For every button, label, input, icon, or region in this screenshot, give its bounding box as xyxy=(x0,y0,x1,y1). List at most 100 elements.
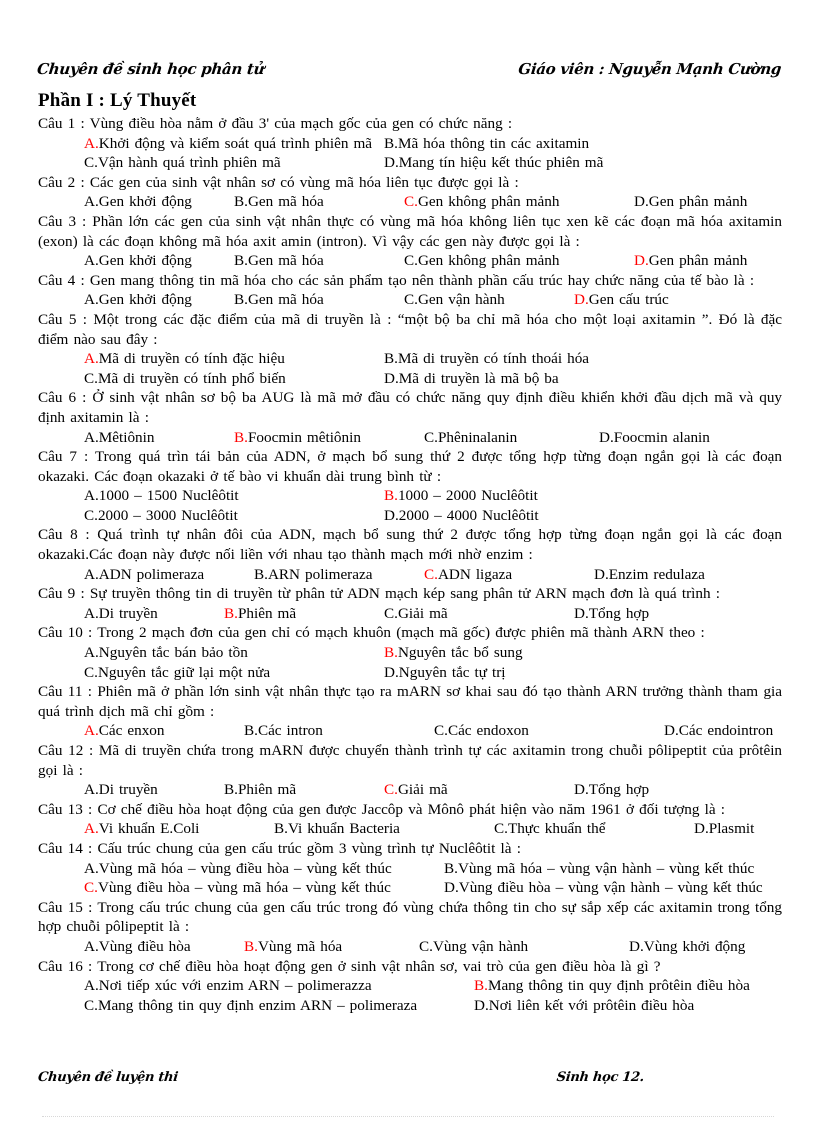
option-c[interactable]: C.Nguyên tắc giữ lại một nửa xyxy=(84,663,384,683)
option-row: A.Gen khởi động B.Gen mã hóa C.Gen không… xyxy=(84,192,782,212)
option-marker-a: A. xyxy=(84,428,99,446)
option-d[interactable]: D.Vùng điều hòa – vùng vận hành – vùng k… xyxy=(444,878,763,898)
option-d[interactable]: D.Tổng hợp xyxy=(574,604,649,624)
option-b[interactable]: B.Gen mã hóa xyxy=(234,192,404,212)
option-row: A.Khởi động và kiểm soát quá trình phiên… xyxy=(84,134,782,154)
option-c[interactable]: C.Thực khuẩn thể xyxy=(494,819,694,839)
option-d[interactable]: D.Nguyên tắc tự trị xyxy=(384,663,506,683)
option-a[interactable]: A.Gen khởi động xyxy=(84,192,234,212)
option-a[interactable]: A.Vùng điều hòa xyxy=(84,937,244,957)
option-marker-b: B. xyxy=(384,350,398,368)
option-a[interactable]: A.Nguyên tắc bán bảo tồn xyxy=(84,643,384,663)
option-b[interactable]: B.Các intron xyxy=(244,721,434,741)
option-a[interactable]: A.Nơi tiếp xúc với enzim ARN – polimeraz… xyxy=(84,976,474,996)
option-c[interactable]: C.Mã di truyền có tính phổ biến xyxy=(84,369,384,389)
option-b[interactable]: B.Nguyên tắc bổ sung xyxy=(384,643,523,663)
option-marker-d: D. xyxy=(384,369,399,387)
option-text-a: Mêtiônin xyxy=(98,428,155,446)
question-label: Câu 2 : xyxy=(38,173,85,191)
option-b[interactable]: B.Mã di truyền có tính thoái hóa xyxy=(384,349,589,369)
option-b[interactable]: B.1000 – 2000 Nuclêôtit xyxy=(384,486,538,506)
option-b[interactable]: B.ARN polimeraza xyxy=(254,565,424,585)
option-list: A.Gen khởi động B.Gen mã hóa C.Gen không… xyxy=(84,192,782,212)
option-d[interactable]: D.Nơi liên kết với prôtêin điều hòa xyxy=(474,996,694,1016)
question-text: Gen mang thông tin mã hóa cho các sản ph… xyxy=(89,271,755,289)
option-marker-b: B. xyxy=(474,977,488,995)
option-b[interactable]: B.Foocmin mêtiônin xyxy=(234,428,424,448)
option-b[interactable]: B.Gen mã hóa xyxy=(234,290,404,310)
option-b[interactable]: B.Phiên mã xyxy=(224,604,384,624)
option-d[interactable]: D.Các endointron xyxy=(664,721,773,741)
option-c[interactable]: C.Mang thông tin quy định enzim ARN – po… xyxy=(84,996,474,1016)
option-d[interactable]: D.Gen phân mảnh xyxy=(634,251,747,271)
option-c[interactable]: C.Giải mã xyxy=(384,780,574,800)
option-list: A.Vùng điều hòa B.Vùng mã hóa C.Vùng vận… xyxy=(84,937,782,957)
option-marker-d: D. xyxy=(384,506,399,524)
option-marker-d: D. xyxy=(694,820,709,838)
option-c[interactable]: C.ADN ligaza xyxy=(424,565,594,585)
option-c[interactable]: C.2000 – 3000 Nuclêôtit xyxy=(84,506,384,526)
option-a[interactable]: A.ADN polimeraza xyxy=(84,565,254,585)
option-d[interactable]: D.Mang tín hiệu kết thúc phiên mã xyxy=(384,153,603,173)
option-a[interactable]: A.Vùng mã hóa – vùng điều hòa – vùng kết… xyxy=(84,859,444,879)
option-list: A.Nguyên tắc bán bảo tồn B.Nguyên tắc bổ… xyxy=(84,643,782,682)
option-text-d: Mã di truyền là mã bộ ba xyxy=(398,369,559,387)
option-text-d: Nguyên tắc tự trị xyxy=(398,663,506,681)
option-d[interactable]: D.Plasmit xyxy=(694,819,754,839)
option-a[interactable]: A.Mã di truyền có tính đặc hiệu xyxy=(84,349,384,369)
option-a[interactable]: A.Mêtiônin xyxy=(84,428,234,448)
option-marker-c: C. xyxy=(84,154,98,172)
option-c[interactable]: C.Vận hành quá trình phiên mã xyxy=(84,153,384,173)
question-stem: Câu 2 : Các gen của sinh vật nhân sơ có … xyxy=(38,173,782,193)
option-d[interactable]: D.Vùng khởi động xyxy=(629,937,745,957)
option-d[interactable]: D.Enzim redulaza xyxy=(594,565,705,585)
option-b[interactable]: B.Vùng mã hóa xyxy=(244,937,419,957)
option-d[interactable]: D.Gen phân mảnh xyxy=(634,192,747,212)
question-text: Cơ chế điều hòa hoạt động của gen được J… xyxy=(97,800,726,818)
option-a[interactable]: A.Gen khởi động xyxy=(84,290,234,310)
option-b[interactable]: B.Vi khuẩn Bacteria xyxy=(274,819,494,839)
option-c[interactable]: C.Các endoxon xyxy=(434,721,664,741)
option-c[interactable]: C.Gen không phân mảnh xyxy=(404,192,634,212)
question-label: Câu 15 : xyxy=(38,898,93,916)
option-text-c: Giải mã xyxy=(397,781,448,799)
option-text-c: Gen không phân mảnh xyxy=(417,252,560,270)
option-b[interactable]: B.Phiên mã xyxy=(224,780,384,800)
footer-right-text: Sinh học 12. xyxy=(555,1070,645,1085)
option-a[interactable]: A.Khởi động và kiểm soát quá trình phiên… xyxy=(84,134,384,154)
option-c[interactable]: C.Gen không phân mảnh xyxy=(404,251,634,271)
option-text-c: Gen vận hành xyxy=(417,291,505,309)
option-list: A.1000 – 1500 Nuclêôtit B.1000 – 2000 Nu… xyxy=(84,486,782,525)
option-c[interactable]: C.Phêninalanin xyxy=(424,428,599,448)
option-a[interactable]: A.Di truyền xyxy=(84,780,224,800)
question-stem: Câu 16 : Trong cơ chế điều hòa hoạt động… xyxy=(38,957,782,977)
option-a[interactable]: A.Vi khuẩn E.Coli xyxy=(84,819,274,839)
option-c[interactable]: C.Vùng vận hành xyxy=(419,937,629,957)
option-text-c: ADN ligaza xyxy=(437,565,513,583)
option-d[interactable]: D.Foocmin alanin xyxy=(599,428,710,448)
option-d[interactable]: D.Tổng hợp xyxy=(574,780,649,800)
option-text-d: Tổng hợp xyxy=(588,604,650,622)
question-label: Câu 7 : xyxy=(38,448,89,466)
option-c[interactable]: C.Vùng điều hòa – vùng mã hóa – vùng kết… xyxy=(84,878,444,898)
option-row: A.Mêtiônin B.Foocmin mêtiônin C.Phêninal… xyxy=(84,428,782,448)
option-d[interactable]: D.Gen cấu trúc xyxy=(574,290,669,310)
option-d[interactable]: D.2000 – 4000 Nuclêôtit xyxy=(384,506,539,526)
option-marker-b: B. xyxy=(224,781,238,799)
option-c[interactable]: C.Giải mã xyxy=(384,604,574,624)
option-a[interactable]: A.1000 – 1500 Nuclêôtit xyxy=(84,486,384,506)
option-text-c: Nguyên tắc giữ lại một nửa xyxy=(97,663,271,681)
option-b[interactable]: B.Vùng mã hóa – vùng vận hành – vùng kết… xyxy=(444,859,754,879)
option-a[interactable]: A.Các enxon xyxy=(84,721,244,741)
option-b[interactable]: B.Mang thông tin quy định prôtêin điều h… xyxy=(474,976,750,996)
question-11: Câu 11 : Phiên mã ở phần lớn sinh vật nh… xyxy=(38,682,782,741)
option-a[interactable]: A.Gen khởi động xyxy=(84,251,234,271)
question-15: Câu 15 : Trong cấu trúc chung của gen cấ… xyxy=(38,898,782,957)
question-2: Câu 2 : Các gen của sinh vật nhân sơ có … xyxy=(38,173,782,212)
option-text-a: Vi khuẩn E.Coli xyxy=(98,820,200,838)
option-c[interactable]: C.Gen vận hành xyxy=(404,290,574,310)
option-a[interactable]: A.Di truyền xyxy=(84,604,224,624)
option-d[interactable]: D.Mã di truyền là mã bộ ba xyxy=(384,369,559,389)
option-b[interactable]: B.Gen mã hóa xyxy=(234,251,404,271)
option-b[interactable]: B.Mã hóa thông tin các axitamin xyxy=(384,134,589,154)
